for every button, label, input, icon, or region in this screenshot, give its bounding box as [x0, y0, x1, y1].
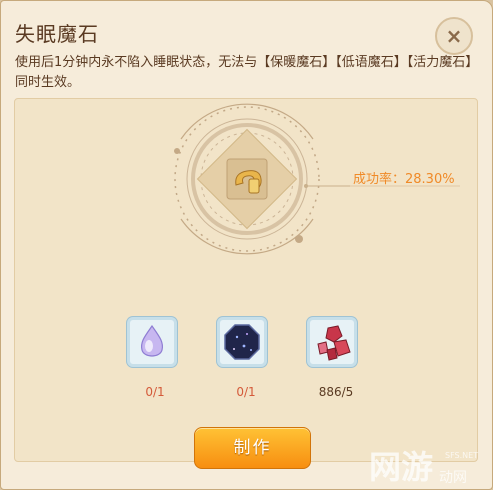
success-rate: 成功率：28.30% — [353, 172, 455, 187]
crafting-board — [14, 98, 478, 462]
make-button[interactable]: 制作 — [194, 427, 311, 469]
material-count: 886/5 — [318, 385, 354, 399]
dark-crystal-icon — [224, 324, 260, 360]
watermark-site: SFS.NET — [445, 451, 478, 460]
material-slot[interactable] — [217, 317, 267, 367]
crafting-dialog: 失眠魔石 × 使用后1分钟内永不陷入睡眠状态，无法与【保暖魔石】【低语魔石】【活… — [0, 0, 493, 490]
dialog-title: 失眠魔石 — [15, 22, 99, 46]
red-ore-icon — [317, 325, 351, 361]
material-count: 0/1 — [145, 385, 165, 399]
close-button[interactable]: × — [435, 17, 473, 55]
watermark-logo: 网游 动网 SFS.NET — [369, 448, 478, 486]
material-slot[interactable] — [307, 317, 357, 367]
crafting-circle — [174, 103, 460, 255]
watermark-brand: 网游 — [369, 448, 433, 486]
close-icon: × — [445, 24, 463, 48]
material-slot[interactable] — [127, 317, 177, 367]
item-description: 使用后1分钟内永不陷入睡眠状态，无法与【保暖魔石】【低语魔石】【活力魔石】同时生… — [15, 55, 472, 90]
material-count: 0/1 — [236, 385, 256, 399]
water-drop-icon — [140, 324, 164, 357]
watermark-sub: 动网 — [439, 470, 467, 486]
